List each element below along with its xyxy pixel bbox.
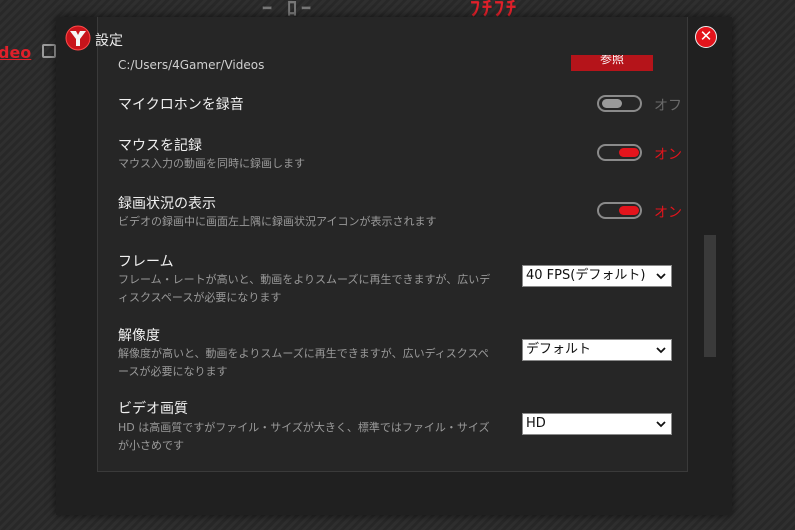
- close-button[interactable]: ✕: [695, 26, 717, 48]
- frame-select[interactable]: 40 FPS(デフォルト): [522, 265, 672, 287]
- resolution-select-value: デフォルト: [526, 342, 592, 357]
- status-display-state: オン: [654, 205, 682, 221]
- chevron-down-icon: [656, 421, 666, 428]
- frame-select-value: 40 FPS(デフォルト): [526, 268, 646, 283]
- folder-icon: [42, 44, 56, 58]
- microphone-toggle[interactable]: [597, 95, 642, 112]
- resolution-title: 解像度: [118, 328, 160, 344]
- resolution-desc: 解像度が高いと、動画をよりスムーズに再生できますが、広いディスクスペースが必要に…: [118, 347, 489, 378]
- dialog-header: 設定 ✕: [56, 17, 732, 57]
- dialog-title: 設定: [95, 33, 123, 49]
- microphone-state: オフ: [654, 98, 682, 114]
- background-nav-link: deo: [0, 43, 32, 62]
- mouse-record-title: マウスを記録: [118, 138, 202, 154]
- chevron-down-icon: [656, 273, 666, 280]
- mouse-record-toggle[interactable]: [597, 144, 642, 161]
- settings-dialog: 設定 ✕ C:/Users/4Gamer/Videos 参照 マイクロホンを録音…: [56, 17, 732, 515]
- chevron-down-icon: [656, 347, 666, 354]
- mouse-record-desc: マウス入力の動画を同時に録画します: [118, 157, 305, 170]
- status-display-toggle[interactable]: [597, 202, 642, 219]
- frame-desc: フレーム・レートが高いと、動画をよりスムーズに再生できますが、広いディスクスペー…: [118, 273, 491, 304]
- browse-button[interactable]: 参照: [571, 55, 653, 71]
- status-display-title: 録画状況の表示: [118, 196, 216, 212]
- video-quality-select-value: HD: [526, 416, 546, 431]
- mouse-record-state: オン: [654, 147, 682, 163]
- app-logo-icon: [65, 25, 91, 51]
- video-quality-select[interactable]: HD: [522, 413, 672, 435]
- save-path-value: C:/Users/4Gamer/Videos: [118, 58, 265, 72]
- video-quality-title: ビデオ画質: [118, 401, 188, 417]
- frame-title: フレーム: [118, 254, 174, 270]
- close-icon: ✕: [699, 27, 713, 45]
- video-quality-desc: HD は高画質ですがファイル・サイズが大きく、標準ではファイル・サイズが小さめで…: [118, 421, 490, 452]
- microphone-title: マイクロホンを録音: [118, 97, 244, 113]
- status-display-desc: ビデオの録画中に画面左上隅に録画状況アイコンが表示されます: [118, 215, 437, 228]
- scrollbar[interactable]: [704, 235, 716, 357]
- settings-scroll-area[interactable]: C:/Users/4Gamer/Videos 参照 マイクロホンを録音 オフ マ…: [56, 55, 688, 472]
- resolution-select[interactable]: デフォルト: [522, 339, 672, 361]
